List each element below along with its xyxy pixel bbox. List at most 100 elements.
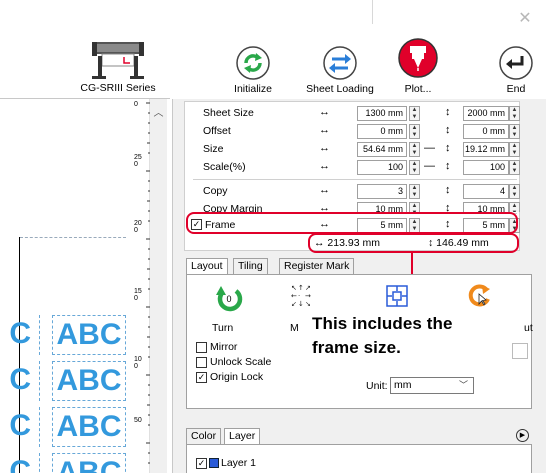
preview-scrollbar[interactable]: [150, 99, 167, 473]
preview-copy[interactable]: ABC: [52, 361, 126, 401]
toolbar: CG-SRIII Series Initialize Sheet Loading: [0, 34, 546, 98]
ruler-label-100: 100: [134, 356, 142, 370]
vertical-arrow-icon: ↕: [445, 142, 451, 154]
end-button[interactable]: End: [496, 34, 536, 98]
copy-area-border: [20, 237, 126, 238]
spin-buttons-icon[interactable]: ▲▼: [509, 160, 520, 175]
link-aspect-icon[interactable]: —: [424, 160, 435, 172]
spin-buttons-icon[interactable]: ▲▼: [409, 106, 420, 121]
horizontal-arrow-icon: ↔: [319, 202, 330, 212]
sheet-height-field[interactable]: 2000 mm: [463, 106, 509, 121]
svg-text:→: →: [305, 292, 311, 300]
tab-tiling[interactable]: Tiling: [233, 258, 268, 275]
spin-buttons-icon[interactable]: ▲▼: [409, 202, 420, 212]
svg-text:↑: ↑: [298, 284, 304, 292]
property-label: Offset: [203, 125, 231, 137]
vertical-arrow-icon: ↕: [445, 106, 451, 118]
ruler-label-200: 200: [134, 220, 142, 234]
property-label: Size: [203, 143, 224, 155]
arrange-icon[interactable]: ↖ ↑ ↗ ← · → ↙ ↓ ↘: [290, 283, 314, 307]
spin-buttons-icon[interactable]: ▲▼: [509, 106, 520, 121]
annotation-line-2: frame size.: [312, 338, 401, 357]
spin-buttons-icon[interactable]: ▲▼: [409, 124, 420, 139]
copy-margin-x-field[interactable]: 10 mm: [357, 202, 407, 212]
annotation-line-1: This includes the: [312, 314, 453, 333]
ruler-label-0: 0: [134, 101, 138, 108]
scale-y-field[interactable]: 100: [463, 160, 509, 175]
origin-lock-label: Origin Lock: [210, 371, 264, 383]
spin-buttons-icon[interactable]: ▲▼: [509, 184, 520, 199]
unit-select[interactable]: mm ﹀: [390, 377, 474, 394]
spin-buttons-icon[interactable]: ▲▼: [409, 160, 420, 175]
size-height-field[interactable]: 19.12 mm: [463, 142, 509, 157]
preview-copy[interactable]: ABC: [52, 315, 126, 355]
mirror-option[interactable]: Mirror: [196, 341, 237, 353]
tab-color[interactable]: Color: [186, 428, 222, 445]
title-separator: [372, 0, 373, 24]
spin-buttons-icon[interactable]: ▲▼: [509, 202, 520, 212]
turn-icon[interactable]: 0: [214, 283, 244, 313]
copy-y-field[interactable]: 4: [463, 184, 509, 199]
origin-lock-option[interactable]: ✓ Origin Lock: [196, 371, 263, 383]
origin-partial-label: ut: [524, 322, 533, 334]
property-row-size: Size ↔ 54.64 mm ▲ ▼ — ↕ 19.12 mm ▲ ▼: [185, 142, 521, 158]
scale-x-field[interactable]: 100: [357, 160, 407, 175]
fit-icon[interactable]: [384, 283, 410, 309]
property-row-sheet-size: Sheet Size ↔ 1300 mm ▲ ▼ ↕ 2000 mm ▲ ▼: [185, 106, 521, 122]
origin-rotate-icon[interactable]: [466, 283, 492, 309]
spin-buttons-icon[interactable]: ▲▼: [409, 184, 420, 199]
tab-register-mark[interactable]: Register Mark: [279, 258, 355, 275]
size-width-field[interactable]: 54.64 mm: [357, 142, 407, 157]
vertical-ruler: 0 250 200 150 100 50: [126, 99, 150, 473]
preview-copy-partial[interactable]: C: [0, 315, 40, 355]
ruler-label-150: 150: [134, 288, 142, 302]
scroll-up-arrow-icon[interactable]: ︿: [150, 104, 167, 119]
origin-lock-checkbox[interactable]: ✓: [196, 371, 207, 383]
property-row-offset: Offset ↔ 0 mm ▲ ▼ ↕ 0 mm ▲ ▼: [185, 124, 521, 140]
close-icon[interactable]: ✕: [518, 11, 532, 27]
offset-x-field[interactable]: 0 mm: [357, 124, 407, 139]
layer-checkbox[interactable]: ✓: [196, 457, 207, 469]
plot-label: Plot...: [404, 83, 432, 95]
offset-y-field[interactable]: 0 mm: [463, 124, 509, 139]
preview-copy-partial[interactable]: C: [0, 453, 40, 473]
property-row-scale: Scale(%) ↔ 100 ▲ ▼ — ↕ 100 ▲ ▼: [185, 160, 521, 176]
svg-text:↘: ↘: [305, 300, 311, 307]
layer-item[interactable]: ✓ Layer 1: [196, 457, 256, 469]
preview-copy-partial[interactable]: C: [0, 407, 40, 447]
sheet-loading-button[interactable]: Sheet Loading: [300, 34, 380, 98]
unit-label: Unit:: [366, 380, 388, 392]
spin-buttons-icon[interactable]: ▲▼: [409, 142, 420, 157]
plot-button[interactable]: Plot...: [396, 34, 440, 98]
vertical-arrow-icon: ↕: [445, 202, 451, 212]
expand-icon[interactable]: ▶: [516, 429, 529, 442]
frame-highlight: [186, 212, 518, 234]
initialize-button[interactable]: Initialize: [228, 34, 278, 98]
unlock-scale-checkbox[interactable]: [196, 356, 207, 368]
end-icon: [499, 46, 533, 80]
application-window: ✕ CG-SRIII Series Initialize Sheet Loadi…: [0, 0, 546, 473]
link-aspect-icon[interactable]: —: [424, 142, 435, 154]
divider: [193, 179, 517, 180]
mirror-checkbox[interactable]: [196, 341, 207, 353]
preview-copy[interactable]: ABC: [52, 407, 126, 447]
sheet-width-field[interactable]: 1300 mm: [357, 106, 407, 121]
copy-margin-y-field[interactable]: 10 mm: [463, 202, 509, 212]
copy-x-field[interactable]: 3: [357, 184, 407, 199]
property-label: Sheet Size: [203, 107, 254, 119]
preview-copy[interactable]: ABC: [52, 453, 126, 473]
initialize-label: Initialize: [234, 83, 272, 95]
ruler-label-250: 250: [134, 154, 142, 168]
origin-value-field[interactable]: [512, 343, 528, 359]
ruler-label-50: 50: [134, 417, 142, 424]
svg-text:↙: ↙: [291, 300, 297, 307]
preview-copy-partial[interactable]: C: [0, 361, 40, 401]
horizontal-arrow-icon: ↔: [319, 106, 330, 118]
sheet-loading-icon: [323, 46, 357, 80]
spin-buttons-icon[interactable]: ▲▼: [509, 142, 520, 157]
spin-buttons-icon[interactable]: ▲▼: [509, 124, 520, 139]
svg-text:0: 0: [226, 294, 231, 304]
printer-model[interactable]: CG-SRIII Series: [76, 34, 160, 98]
unlock-scale-option[interactable]: Unlock Scale: [196, 356, 271, 368]
property-label: Copy Margin: [203, 203, 263, 212]
